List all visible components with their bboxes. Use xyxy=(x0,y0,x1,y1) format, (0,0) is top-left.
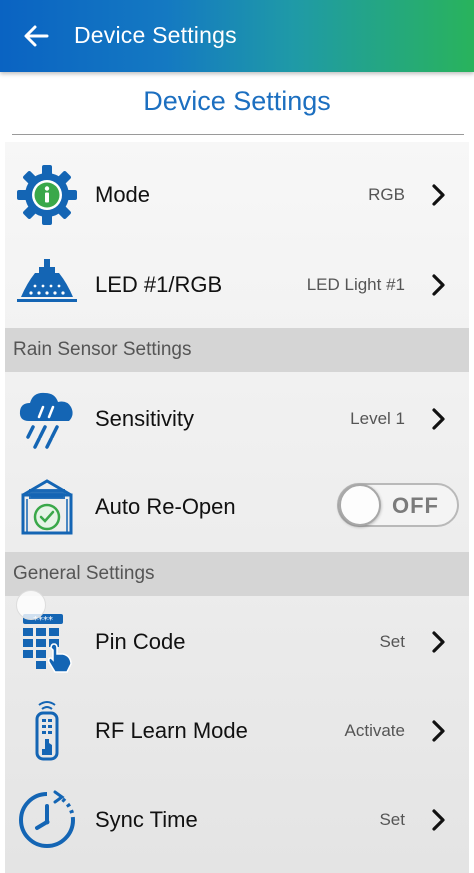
section-header-general: General Settings xyxy=(5,552,469,596)
app-bar-title: Device Settings xyxy=(74,22,237,48)
auto-reopen-row: Auto Re-Open OFF xyxy=(5,462,469,552)
chevron-right-icon xyxy=(432,184,445,206)
rf-learn-value: Activate xyxy=(344,721,405,740)
pin-code-label: Pin Code xyxy=(95,629,186,654)
arrow-left-icon xyxy=(24,25,49,47)
app-bar: Device Settings xyxy=(0,0,474,72)
touch-indicator xyxy=(16,590,46,620)
auto-reopen-toggle[interactable]: OFF xyxy=(337,483,459,527)
toggle-knob xyxy=(339,484,381,526)
rain-cloud-icon xyxy=(19,392,73,449)
sync-time-value: Set xyxy=(379,810,405,829)
section-title-rain: Rain Sensor Settings xyxy=(13,339,192,360)
section-header-rain: Rain Sensor Settings xyxy=(5,328,469,372)
toggle-state-text: OFF xyxy=(392,493,439,518)
mode-label: Mode xyxy=(95,182,151,207)
reopen-clock-icon xyxy=(21,479,73,535)
pin-code-row[interactable]: **** Pin Code Set xyxy=(5,597,469,687)
clock-sync-icon xyxy=(19,790,75,848)
mode-row[interactable]: Mode RGB xyxy=(5,150,469,240)
chevron-right-icon xyxy=(432,720,445,742)
settings-list: Mode RGB LED #1/RGB LED Light #1 Rain Se… xyxy=(5,142,469,873)
rf-learn-row[interactable]: RF Learn Mode Activate xyxy=(5,686,469,776)
auto-reopen-label: Auto Re-Open xyxy=(95,494,236,519)
led-label: LED #1/RGB xyxy=(95,272,223,297)
sync-time-label: Sync Time xyxy=(95,807,198,832)
chevron-right-icon xyxy=(432,809,445,831)
heading-divider xyxy=(12,134,464,135)
sync-time-row[interactable]: Sync Time Set xyxy=(5,775,469,865)
ceiling-light-icon xyxy=(17,259,77,302)
section-title-general: General Settings xyxy=(13,563,155,584)
page-title: Device Settings xyxy=(143,86,331,116)
keypad-hand-icon: **** xyxy=(23,614,72,673)
gear-info-icon xyxy=(17,165,77,225)
sensitivity-label: Sensitivity xyxy=(95,406,195,431)
chevron-right-icon xyxy=(432,631,445,653)
pin-code-value: Set xyxy=(379,632,405,651)
sensitivity-value: Level 1 xyxy=(350,409,405,428)
led-value: LED Light #1 xyxy=(306,275,405,294)
sensitivity-row[interactable]: Sensitivity Level 1 xyxy=(5,374,469,464)
chevron-right-icon xyxy=(432,408,445,430)
back-button[interactable] xyxy=(18,18,54,54)
rf-learn-label: RF Learn Mode xyxy=(95,718,248,743)
remote-control-icon xyxy=(35,701,59,761)
mode-value: RGB xyxy=(368,185,405,204)
led-row[interactable]: LED #1/RGB LED Light #1 xyxy=(5,240,469,330)
chevron-right-icon xyxy=(432,274,445,296)
